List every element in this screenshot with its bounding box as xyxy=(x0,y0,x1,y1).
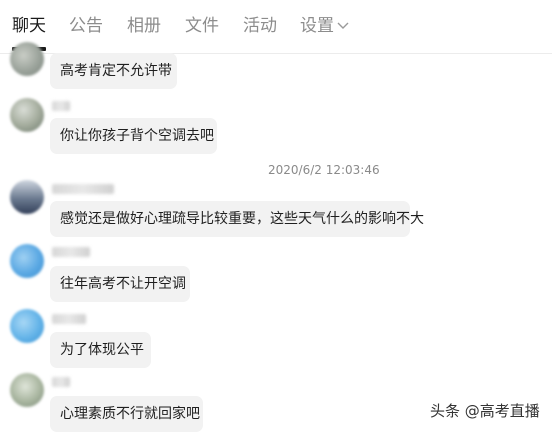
sender-name-blurred xyxy=(52,314,86,324)
avatar[interactable] xyxy=(10,180,44,214)
watermark-text: 头条 @高考直播 xyxy=(430,402,540,420)
tab-activities[interactable]: 活动 xyxy=(243,14,277,38)
tab-files[interactable]: 文件 xyxy=(185,14,219,38)
chevron-down-icon[interactable] xyxy=(337,20,349,30)
message-timestamp: 2020/6/2 12:03:46 xyxy=(268,163,380,177)
tab-bar: 聊天 公告 相册 文件 活动 设置 xyxy=(0,0,552,54)
message-bubble: 你让你孩子背个空调去吧 xyxy=(50,118,217,154)
tab-settings[interactable]: 设置 xyxy=(300,14,334,38)
message-bubble: 高考肯定不允许带 xyxy=(50,53,177,89)
message-bubble: 为了体现公平 xyxy=(50,332,151,368)
tab-chat[interactable]: 聊天 xyxy=(12,14,46,38)
avatar[interactable] xyxy=(10,42,44,76)
message-bubble: 往年高考不让开空调 xyxy=(50,266,190,302)
avatar[interactable] xyxy=(10,98,44,132)
sender-name-blurred xyxy=(52,184,114,194)
sender-name-blurred xyxy=(52,101,70,111)
avatar[interactable] xyxy=(10,309,44,343)
avatar[interactable] xyxy=(10,373,44,407)
sender-name-blurred xyxy=(52,247,90,257)
avatar[interactable] xyxy=(10,244,44,278)
tab-announcements[interactable]: 公告 xyxy=(69,14,103,38)
tab-album[interactable]: 相册 xyxy=(127,14,161,38)
message-bubble: 心理素质不行就回家吧 xyxy=(50,396,203,432)
sender-name-blurred xyxy=(52,377,70,387)
message-bubble: 感觉还是做好心理疏导比较重要，这些天气什么的影响不大 xyxy=(50,201,424,237)
